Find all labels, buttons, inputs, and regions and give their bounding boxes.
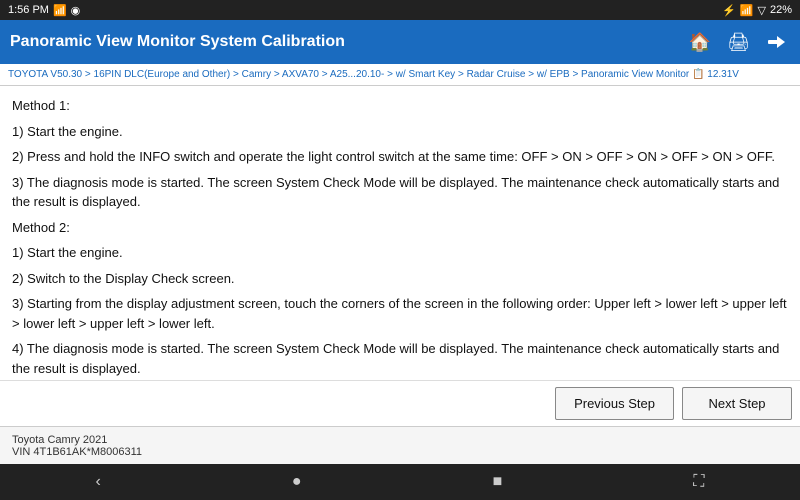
method2-step4: 4) The diagnosis mode is started. The sc… — [12, 339, 788, 378]
bluetooth-icon: ⚡ — [722, 4, 736, 17]
method2-step3: 3) Starting from the display adjustment … — [12, 294, 788, 333]
recents-nav-button[interactable]: ■ — [477, 467, 519, 497]
exit-button[interactable] — [762, 28, 790, 56]
method1-step1: 1) Start the engine. — [12, 122, 788, 142]
vehicle-name: Toyota Camry 2021 — [12, 434, 788, 446]
time-display: 1:56 PM — [8, 4, 49, 16]
method1-step3: 3) The diagnosis mode is started. The sc… — [12, 173, 788, 212]
breadcrumb-text: TOYOTA V50.30 > 16PIN DLC(Europe and Oth… — [8, 69, 739, 80]
button-row: Previous Step Next Step — [0, 380, 800, 426]
status-left: 1:56 PM 📶 ◉ — [8, 4, 80, 17]
page-title: Panoramic View Monitor System Calibratio… — [10, 33, 345, 51]
home-button[interactable]: 🏠 — [685, 28, 715, 57]
status-right: ⚡ 📶 ▽ 22% — [722, 4, 792, 17]
wifi-icon: 📶 — [740, 4, 754, 17]
content-body: Method 1: 1) Start the engine. 2) Press … — [12, 96, 788, 380]
footer: Toyota Camry 2021 VIN 4T1B61AK*M8006311 — [0, 426, 800, 464]
battery-percent: 22% — [770, 4, 792, 16]
print-button[interactable]: 🖨 — [723, 28, 754, 57]
header: Panoramic View Monitor System Calibratio… — [0, 20, 800, 64]
nav-bar: ‹ ● ■ ⛶ — [0, 464, 800, 500]
screen-nav-button[interactable]: ⛶ — [677, 467, 720, 497]
breadcrumb: TOYOTA V50.30 > 16PIN DLC(Europe and Oth… — [0, 64, 800, 86]
home-nav-button[interactable]: ● — [276, 467, 318, 497]
header-icons: 🏠 🖨 — [685, 28, 790, 57]
next-step-button[interactable]: Next Step — [682, 387, 792, 420]
back-nav-button[interactable]: ‹ — [80, 467, 117, 497]
gps-icon: ◉ — [71, 4, 81, 17]
method1-step2: 2) Press and hold the INFO switch and op… — [12, 147, 788, 167]
previous-step-button[interactable]: Previous Step — [555, 387, 674, 420]
signal-icon: 📶 — [53, 4, 67, 17]
main-content: Method 1: 1) Start the engine. 2) Press … — [0, 86, 800, 380]
triangle-icon: ▽ — [758, 4, 766, 17]
method2-step1: 1) Start the engine. — [12, 243, 788, 263]
method2-step2: 2) Switch to the Display Check screen. — [12, 269, 788, 289]
status-bar: 1:56 PM 📶 ◉ ⚡ 📶 ▽ 22% — [0, 0, 800, 20]
method1-header: Method 1: — [12, 96, 788, 116]
method2-header: Method 2: — [12, 218, 788, 238]
vehicle-vin: VIN 4T1B61AK*M8006311 — [12, 446, 788, 458]
